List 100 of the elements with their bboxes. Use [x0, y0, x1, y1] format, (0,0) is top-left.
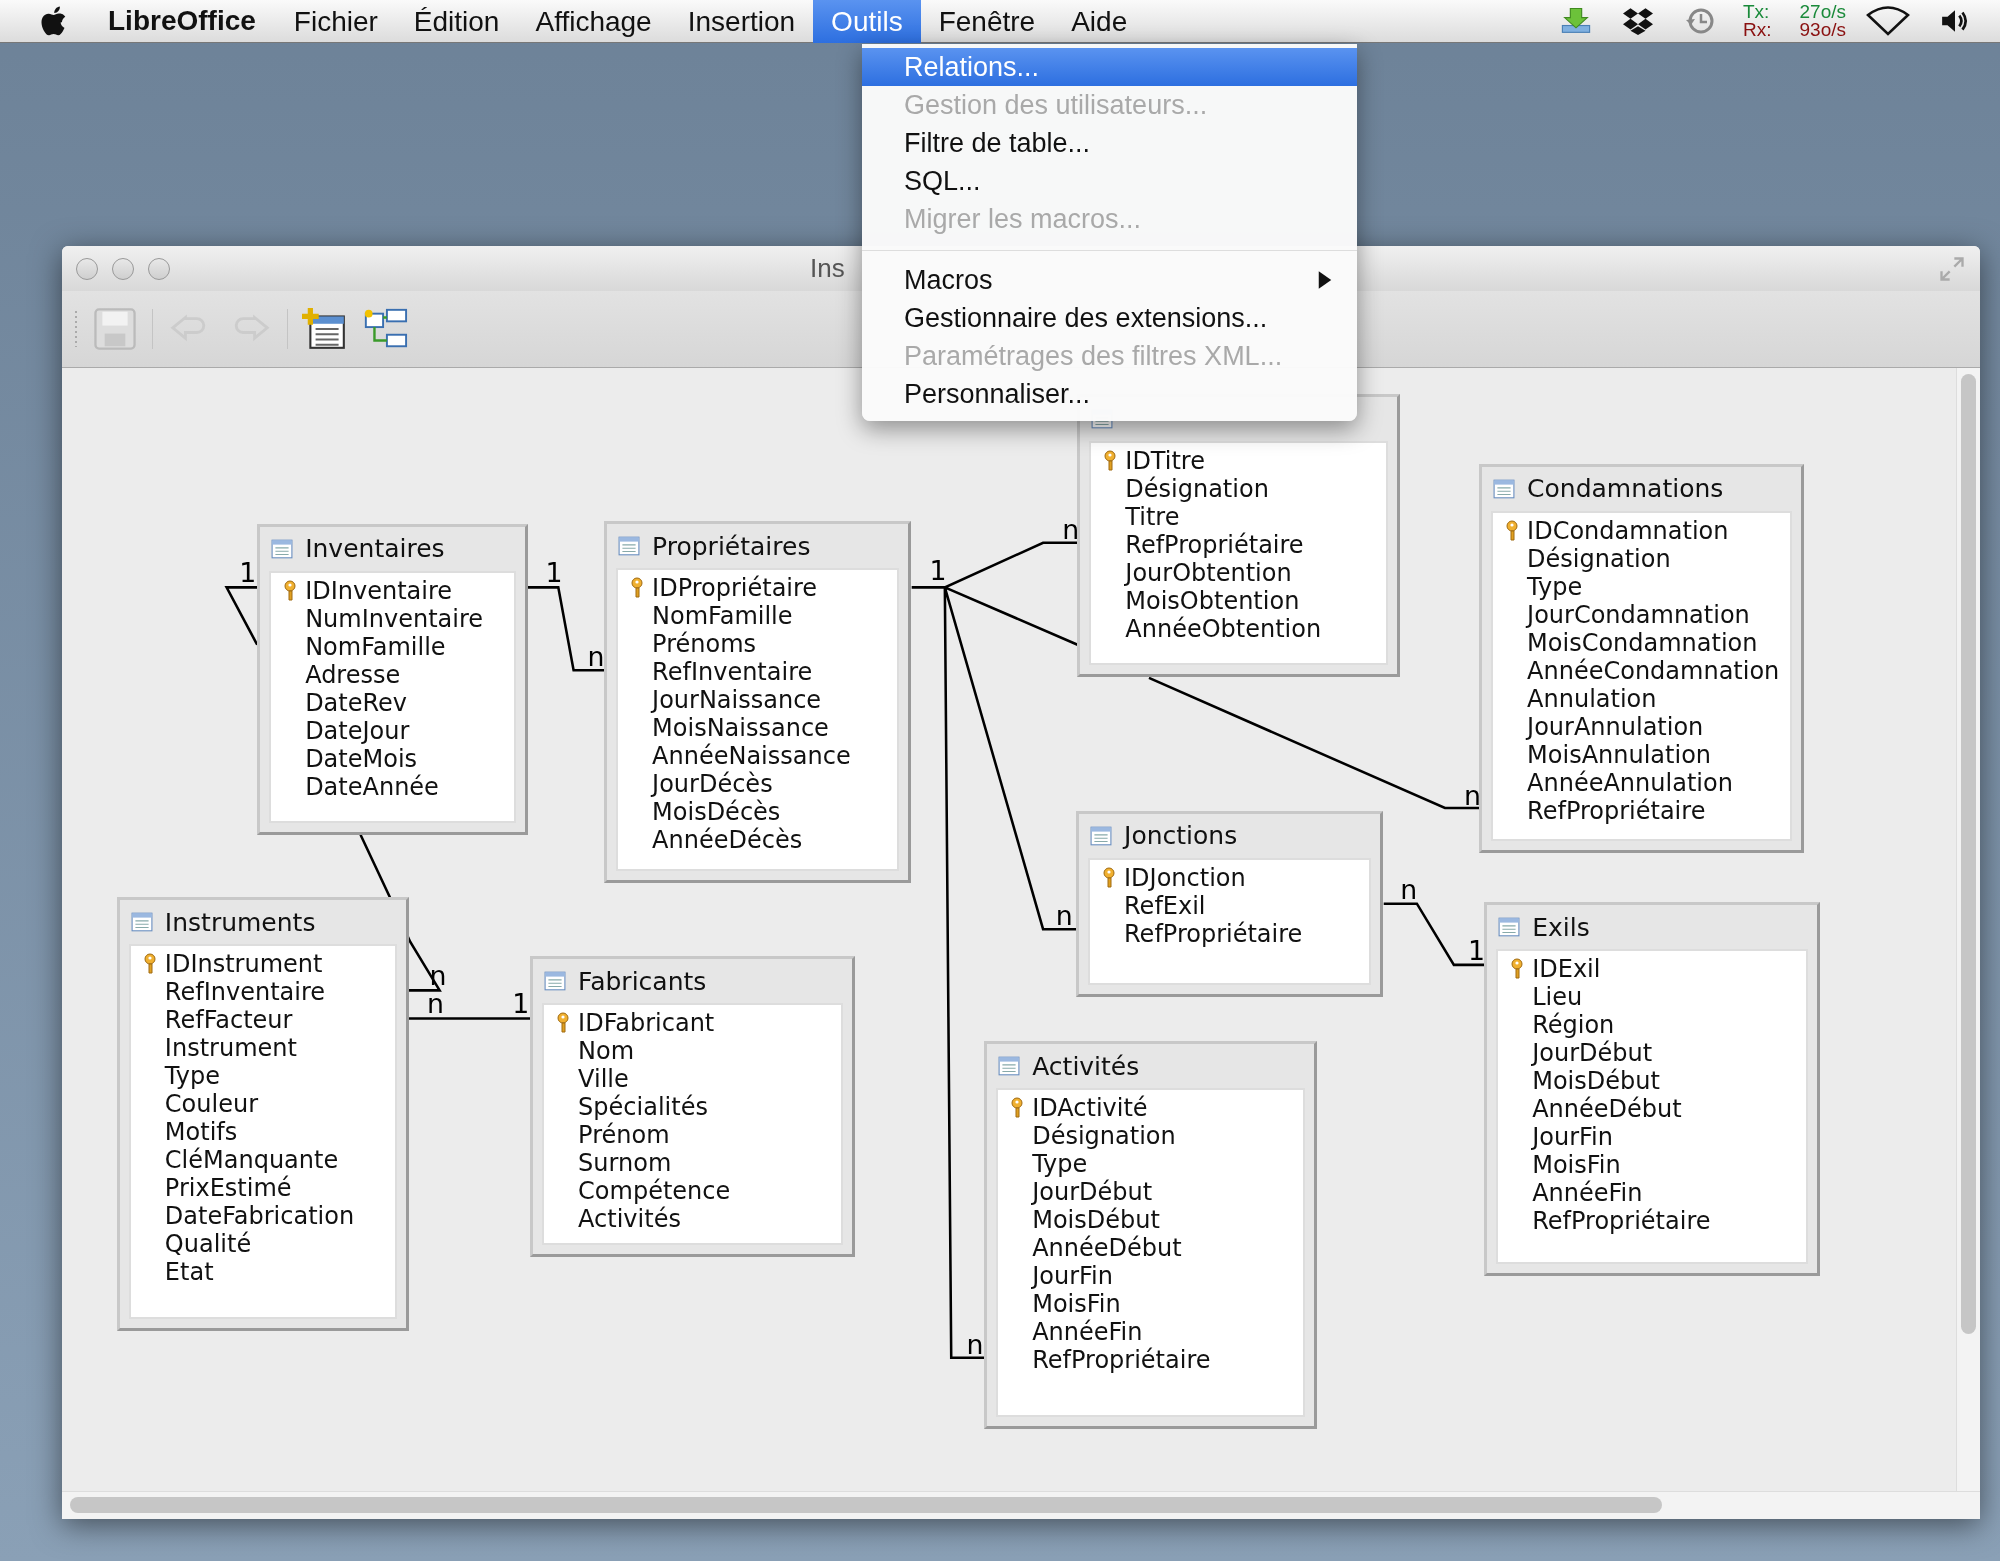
field-name[interactable]: RefExil	[1124, 891, 1206, 920]
field-name[interactable]: Ville	[578, 1065, 629, 1093]
menu-item[interactable]: Fenêtre	[920, 0, 1054, 43]
field-name[interactable]: AnnéeFin	[1532, 1179, 1643, 1208]
field-name[interactable]: AnnéeDébut	[1532, 1095, 1682, 1124]
field-name[interactable]: Etat	[164, 1258, 214, 1287]
menu-item[interactable]: Édition	[395, 0, 518, 43]
field-name[interactable]: DateFabrication	[164, 1202, 355, 1231]
field-name[interactable]: MoisDécès	[652, 798, 781, 827]
field-name[interactable]: JourFin	[1032, 1262, 1113, 1291]
field-name[interactable]: MoisAnnulation	[1527, 740, 1712, 769]
field-name[interactable]: PrixEstimé	[164, 1174, 292, 1203]
save-icon[interactable]	[92, 306, 138, 352]
field-name[interactable]: IDTitre	[1125, 446, 1205, 475]
field-name[interactable]: IDPropriétaire	[652, 574, 818, 603]
add-table-icon[interactable]	[302, 306, 348, 352]
field-name[interactable]: NomFamille	[652, 602, 793, 631]
field-name[interactable]: IDFabricant	[578, 1009, 715, 1037]
field-name[interactable]: Qualité	[164, 1230, 252, 1259]
menu-item[interactable]: Fichier	[275, 0, 396, 43]
wifi-icon[interactable]	[1866, 6, 1910, 36]
field-name[interactable]: NumInventaire	[305, 604, 484, 633]
table-window[interactable]: Propriétaires IDPropriétaire NomFamille Prénoms RefInventaire JourNaissance MoisNaissance AnnéeNaissance JourDécès MoisDécès AnnéeDécès	[604, 521, 912, 884]
menu-entry[interactable]: Gestionnaire des extensions...	[862, 299, 1357, 337]
field-name[interactable]: MoisFin	[1532, 1151, 1621, 1180]
field-name[interactable]: Nom	[578, 1037, 635, 1065]
field-name[interactable]: Motifs	[164, 1118, 238, 1147]
field-name[interactable]: AnnéeAnnulation	[1527, 768, 1733, 797]
field-name[interactable]: Désignation	[1527, 544, 1671, 573]
field-name[interactable]: Type	[1032, 1150, 1088, 1179]
table-window[interactable]: Jonctions IDJonction RefExil RefPropriétaire	[1076, 810, 1384, 997]
field-name[interactable]: IDJonction	[1124, 863, 1246, 892]
field-name[interactable]: JourAnnulation	[1527, 712, 1704, 741]
field-name[interactable]: AnnéeNaissance	[652, 742, 851, 771]
scroll-thumb[interactable]	[70, 1497, 1662, 1513]
field-name[interactable]: Région	[1532, 1011, 1615, 1040]
field-name[interactable]: Prénoms	[652, 630, 756, 659]
zoom-button[interactable]	[148, 257, 170, 280]
menu-entry[interactable]: Filtre de table...	[862, 124, 1357, 162]
field-name[interactable]: IDActivité	[1032, 1094, 1148, 1123]
field-name[interactable]: AnnéeDécès	[652, 826, 803, 855]
field-name[interactable]: Spécialités	[578, 1093, 708, 1121]
field-name[interactable]: RefPropriétaire	[1032, 1346, 1211, 1375]
field-name[interactable]: IDInventaire	[305, 576, 453, 605]
table-window[interactable]: Condamnations IDCondamnation Désignation Type JourCondamnation MoisCondamnation AnnéeCondamnation Annulation JourAnnulation MoisAnnulation AnnéeAnnulation RefPropriétaire	[1479, 463, 1805, 853]
download-arrow-icon[interactable]	[1559, 6, 1593, 36]
field-name[interactable]: JourDécès	[652, 770, 773, 799]
field-name[interactable]: MoisObtention	[1125, 586, 1300, 615]
menu-entry[interactable]: SQL...	[862, 162, 1357, 200]
menu-item[interactable]: Affichage	[517, 0, 670, 43]
field-name[interactable]: NomFamille	[305, 632, 446, 661]
field-name[interactable]: MoisDébut	[1032, 1206, 1160, 1235]
field-name[interactable]: MoisFin	[1032, 1290, 1121, 1319]
dropbox-icon[interactable]	[1621, 6, 1655, 36]
vertical-scrollbar[interactable]	[1956, 368, 1980, 1491]
field-name[interactable]: DateAnnée	[305, 772, 439, 801]
menu-item[interactable]: Insertion	[669, 0, 814, 43]
field-name[interactable]: Adresse	[305, 660, 401, 689]
field-name[interactable]: Activités	[578, 1205, 681, 1233]
field-name[interactable]: AnnéeFin	[1032, 1318, 1143, 1347]
table-window[interactable]: Activités IDActivité Désignation Type JourDébut MoisDébut AnnéeDébut JourFin MoisFin AnnéeFin RefPropriétaire	[984, 1041, 1318, 1430]
field-name[interactable]: JourFin	[1532, 1123, 1613, 1152]
field-name[interactable]: Type	[1527, 572, 1583, 601]
field-name[interactable]: JourDébut	[1532, 1039, 1653, 1068]
minimize-button[interactable]	[112, 257, 134, 280]
field-name[interactable]: AnnéeDébut	[1032, 1234, 1182, 1263]
field-name[interactable]: RefPropriétaire	[1124, 919, 1303, 948]
field-name[interactable]: DateRev	[305, 688, 408, 717]
field-name[interactable]: AnnéeCondamnation	[1527, 656, 1780, 685]
field-name[interactable]: RefPropriétaire	[1532, 1207, 1711, 1236]
field-name[interactable]: IDInstrument	[164, 950, 323, 979]
field-name[interactable]: MoisNaissance	[652, 714, 829, 743]
menu-entry[interactable]: Macros	[862, 261, 1357, 299]
field-name[interactable]: CléManquante	[164, 1146, 339, 1175]
field-name[interactable]: AnnéeObtention	[1125, 614, 1322, 643]
field-name[interactable]: MoisCondamnation	[1527, 628, 1758, 657]
close-button[interactable]	[76, 257, 98, 280]
field-name[interactable]: IDExil	[1532, 955, 1601, 984]
field-name[interactable]: Prénom	[578, 1121, 670, 1149]
field-name[interactable]: RefPropriétaire	[1527, 796, 1706, 825]
scroll-thumb[interactable]	[1961, 374, 1976, 1334]
field-name[interactable]: MoisDébut	[1532, 1067, 1660, 1096]
field-name[interactable]: RefInventaire	[652, 658, 813, 687]
field-name[interactable]: Annulation	[1527, 684, 1657, 713]
fullscreen-icon[interactable]	[1938, 254, 1966, 283]
field-name[interactable]: Instrument	[164, 1034, 297, 1063]
app-name-menu[interactable]: LibreOffice	[108, 5, 256, 37]
field-name[interactable]: Type	[164, 1062, 220, 1091]
field-name[interactable]: RefFacteur	[164, 1006, 293, 1035]
field-name[interactable]: Titre	[1125, 502, 1180, 531]
field-name[interactable]: Lieu	[1532, 983, 1583, 1012]
field-name[interactable]: Compétence	[578, 1177, 731, 1205]
table-window[interactable]: Exils IDExil Lieu Région JourDébut MoisDébut AnnéeDébut JourFin MoisFin AnnéeFin RefPropriétaire	[1484, 902, 1820, 1277]
field-name[interactable]: JourDébut	[1032, 1178, 1153, 1207]
table-window[interactable]: Instruments IDInstrument RefInventaire RefFacteur Instrument Type Couleur Motifs CléManquante PrixEstimé DateFabrication Qualité Etat	[116, 897, 409, 1331]
field-name[interactable]: Couleur	[164, 1090, 258, 1119]
menu-item[interactable]: Aide	[1053, 0, 1146, 43]
horizontal-scrollbar[interactable]	[62, 1491, 1980, 1519]
table-window[interactable]: Fabricants IDFabricant Nom Ville Spécialités Prénom Surnom Compétence Activités	[530, 956, 856, 1257]
field-name[interactable]: Désignation	[1125, 474, 1269, 503]
